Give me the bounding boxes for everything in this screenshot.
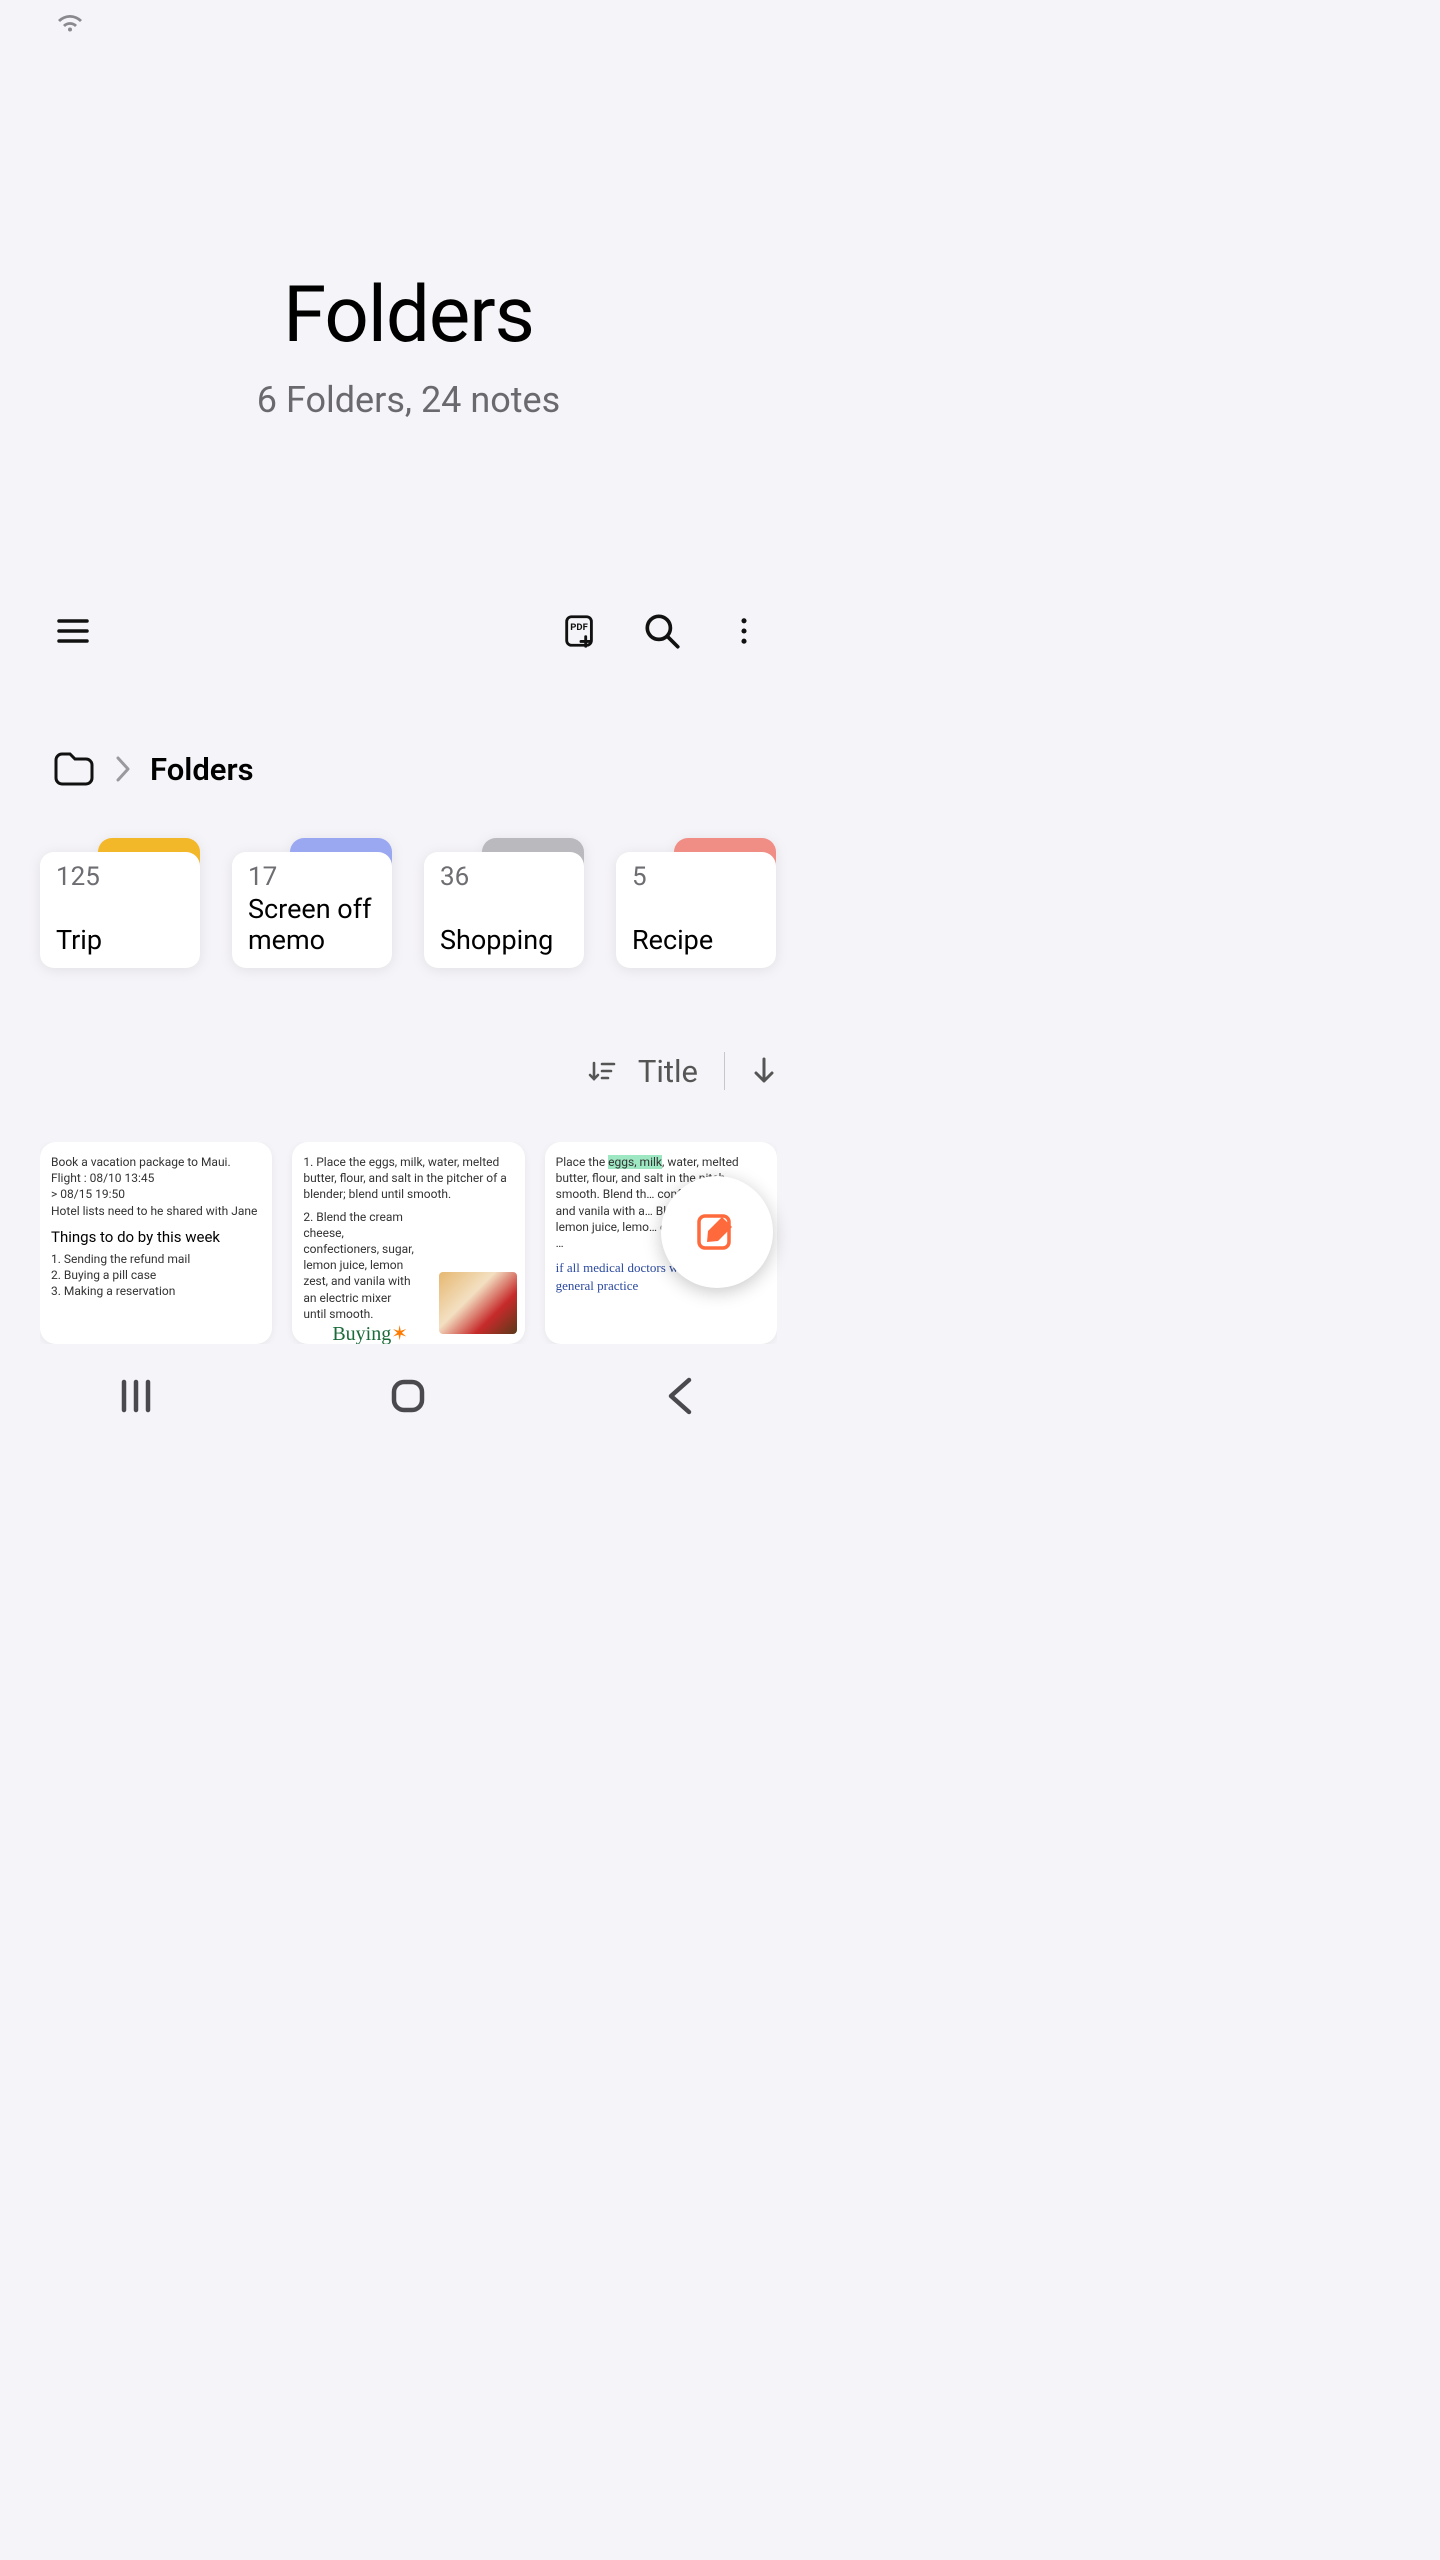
folder-count: 36: [440, 862, 568, 892]
divider: [724, 1052, 725, 1090]
note-line: 2. Buying a pill case: [51, 1267, 261, 1283]
folder-card-screen-off-memo[interactable]: 17 Screen off memo: [232, 838, 392, 968]
folder-name: Recipe: [632, 925, 760, 956]
svg-text:PDF: PDF: [570, 622, 588, 633]
breadcrumb-current: Folders: [150, 751, 254, 788]
page-subtitle: 6 Folders, 24 notes: [0, 379, 817, 421]
nav-back-button[interactable]: [659, 1374, 703, 1418]
breadcrumb: Folders: [52, 750, 777, 788]
folder-count: 17: [248, 862, 376, 892]
note-line: Flight : 08/10 13:45: [51, 1170, 261, 1186]
folder-card-shopping[interactable]: 36 Shopping: [424, 838, 584, 968]
note-handwriting: Buying✶: [332, 1321, 408, 1344]
page-title: Folders: [0, 270, 817, 361]
wifi-icon: [56, 14, 84, 34]
pdf-import-button[interactable]: PDF: [553, 604, 607, 658]
note-line: 1. Sending the refund mail: [51, 1251, 261, 1267]
nav-recents-button[interactable]: [114, 1374, 158, 1418]
toolbar: PDF: [0, 598, 817, 664]
folder-root-icon[interactable]: [52, 750, 96, 788]
note-line: > 08/15 19:50: [51, 1186, 261, 1202]
folder-card-recipe[interactable]: 5 Recipe: [616, 838, 776, 968]
note-card[interactable]: 1. Place the eggs, milk, water, melted b…: [292, 1142, 524, 1344]
page-header: Folders 6 Folders, 24 notes: [0, 270, 817, 421]
system-nav-bar: [0, 1352, 817, 1440]
compose-note-fab[interactable]: [661, 1176, 773, 1288]
note-line: Hotel lists need to he shared with Jane: [51, 1203, 261, 1219]
note-line: 3. Making a reservation: [51, 1283, 261, 1299]
sort-lines-icon: [588, 1059, 616, 1083]
more-options-button[interactable]: [717, 604, 771, 658]
note-line: Book a vacation package to Maui.: [51, 1154, 261, 1170]
folder-name: Screen off memo: [248, 894, 376, 956]
folder-count: 125: [56, 862, 184, 892]
search-button[interactable]: [635, 604, 689, 658]
note-heading: Things to do by this week: [51, 1227, 261, 1247]
note-card[interactable]: Book a vacation package to Maui. Flight …: [40, 1142, 272, 1344]
folder-card-trip[interactable]: 125 Trip: [40, 838, 200, 968]
folder-name: Shopping: [440, 925, 568, 956]
sort-label: Title: [638, 1053, 698, 1090]
folders-row[interactable]: 125 Trip 17 Screen off memo 36 Shopping …: [40, 838, 817, 988]
folder-name: Trip: [56, 925, 184, 956]
hamburger-menu-button[interactable]: [46, 604, 100, 658]
status-bar: [0, 0, 817, 40]
chevron-right-icon: [114, 755, 132, 783]
folder-count: 5: [632, 862, 760, 892]
sort-control[interactable]: Title: [588, 1052, 777, 1090]
note-line: 1. Place the eggs, milk, water, melted b…: [303, 1154, 513, 1203]
nav-home-button[interactable]: [386, 1374, 430, 1418]
note-thumbnail: [439, 1272, 517, 1334]
sort-direction-button[interactable]: [751, 1056, 777, 1086]
note-line: 2. Blend the cream cheese, confectioners…: [303, 1209, 417, 1322]
